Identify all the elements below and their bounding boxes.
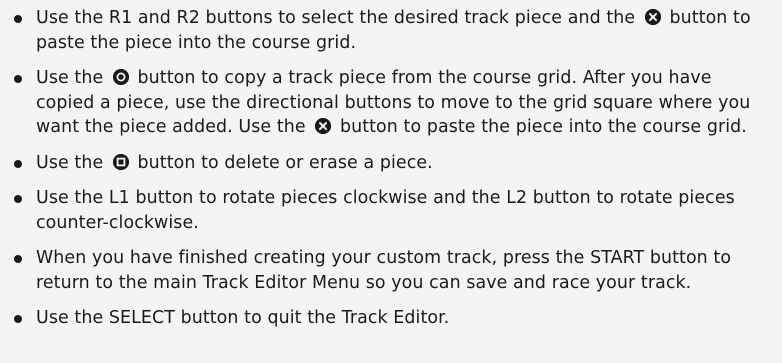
bullet-icon xyxy=(14,255,22,263)
instruction-text: When you have finished creating your cus… xyxy=(36,248,732,293)
instruction-text: Use the xyxy=(36,68,104,88)
instruction-text: Use the L1 button to rotate pieces clock… xyxy=(36,188,735,233)
bullet-icon xyxy=(14,75,22,83)
instruction-list: Use the R1 and R2 buttons to select the … xyxy=(6,6,774,331)
bullet-icon xyxy=(14,159,22,168)
instruction-item-delete: Use the button to delete or erase a piec… xyxy=(6,151,774,176)
instruction-item-quit: Use the SELECT button to quit the Track … xyxy=(6,306,774,331)
square-button-icon xyxy=(112,153,129,170)
instruction-item-finish: When you have finished creating your cus… xyxy=(6,246,774,295)
instruction-text: Use the SELECT button to quit the Track … xyxy=(36,308,450,328)
instruction-text: Use the xyxy=(36,152,104,173)
instruction-item-rotate: Use the L1 button to rotate pieces clock… xyxy=(6,186,774,235)
instruction-item-select-paste: Use the R1 and R2 buttons to select the … xyxy=(6,6,774,55)
cross-button-icon xyxy=(315,118,332,134)
instruction-item-copy: Use the button to copy a track piece fro… xyxy=(6,66,774,140)
circle-button-icon xyxy=(112,69,129,85)
instruction-text: button to delete or erase a piece. xyxy=(137,152,433,173)
manual-page: Use the R1 and R2 buttons to select the … xyxy=(0,0,782,363)
bullet-icon xyxy=(14,315,22,323)
bullet-icon xyxy=(14,195,22,203)
instruction-text: button to paste the piece into the cours… xyxy=(339,117,747,137)
instruction-text: Use the R1 and R2 buttons to select the … xyxy=(36,8,636,28)
cross-button-icon xyxy=(644,9,661,25)
bullet-icon xyxy=(14,15,22,23)
